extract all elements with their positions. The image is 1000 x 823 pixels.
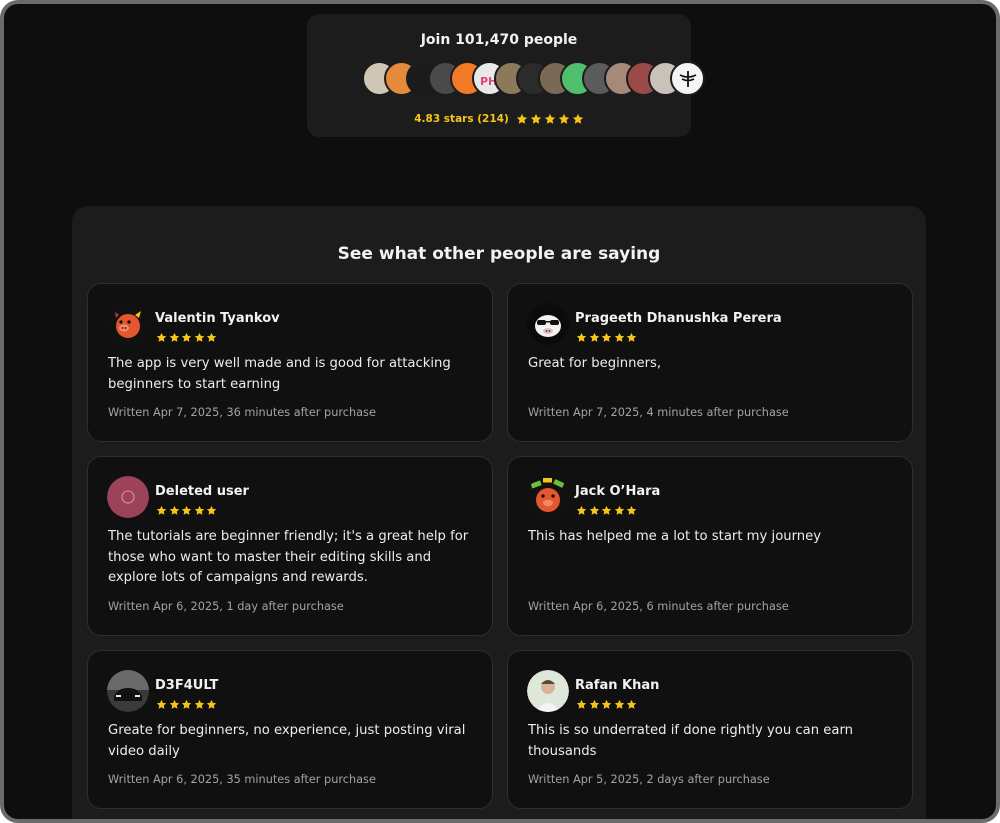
review-card: Deleted user The tutorials are beginner … — [87, 456, 493, 636]
star-icon — [626, 332, 637, 343]
review-text: This is so underrated if done rightly yo… — [528, 723, 854, 759]
star-icon — [614, 332, 625, 343]
star-icon — [169, 699, 180, 710]
star-icon — [156, 332, 167, 343]
review-date: Written Apr 6, 2025, 1 day after purchas… — [108, 600, 344, 613]
star-icon — [516, 113, 528, 125]
star-icon — [558, 113, 570, 125]
star-icon — [206, 332, 217, 343]
star-icon — [626, 699, 637, 710]
overall-rating: 4.83 stars (214) — [307, 113, 691, 125]
rating-summary: 4.83 stars (214) — [414, 113, 509, 125]
rating-stars — [516, 113, 584, 125]
pig-sunglasses-icon — [527, 303, 569, 345]
star-icon — [601, 332, 612, 343]
star-icon — [194, 699, 205, 710]
star-icon — [572, 113, 584, 125]
review-stars — [156, 332, 217, 343]
review-date: Written Apr 6, 2025, 6 minutes after pur… — [528, 600, 789, 613]
review-text: This has helped me a lot to start my jou… — [528, 529, 822, 544]
review-card: D3F4ULT Greate for beginners, no experie… — [87, 650, 493, 809]
community-avatars: PH — [362, 61, 705, 98]
review-stars — [576, 699, 637, 710]
review-card: Jack O’Hara This has helped me a lot to … — [507, 456, 913, 636]
reviewer-name: Jack O’Hara — [575, 484, 661, 499]
pig-mascot-icon — [107, 303, 149, 345]
review-date: Written Apr 7, 2025, 36 minutes after pu… — [108, 406, 376, 419]
deleted-user-avatar-icon — [107, 476, 149, 518]
star-icon — [156, 699, 167, 710]
star-icon — [544, 113, 556, 125]
join-card: Join 101,470 people PH 4.83 stars (214) — [307, 14, 705, 137]
review-stars — [156, 505, 217, 516]
reviewer-name: Rafan Khan — [575, 678, 660, 693]
star-icon — [181, 699, 192, 710]
star-icon — [156, 505, 167, 516]
review-card: Valentin Tyankov The app is very well ma… — [87, 283, 493, 442]
review-card: Rafan Khan This is so underrated if done… — [507, 650, 913, 809]
star-icon — [576, 505, 587, 516]
reviewer-name: D3F4ULT — [155, 678, 219, 693]
star-icon — [576, 332, 587, 343]
review-date: Written Apr 7, 2025, 4 minutes after pur… — [528, 406, 789, 419]
review-stars — [576, 505, 637, 516]
review-text: The tutorials are beginner friendly; it'… — [108, 529, 469, 585]
star-icon — [194, 332, 205, 343]
star-icon — [206, 505, 217, 516]
review-text: The app is very well made and is good fo… — [108, 356, 451, 392]
reviewer-name: Deleted user — [155, 484, 249, 499]
review-card: Prageeth Dhanushka Perera Great for begi… — [507, 283, 913, 442]
star-icon — [576, 699, 587, 710]
reviewer-name: Prageeth Dhanushka Perera — [575, 311, 782, 326]
star-icon — [626, 505, 637, 516]
star-icon — [589, 332, 600, 343]
star-icon — [181, 505, 192, 516]
star-icon — [206, 699, 217, 710]
person-photo-icon — [527, 670, 569, 712]
reviews-title: See what other people are saying — [337, 244, 661, 264]
star-icon — [614, 699, 625, 710]
star-icon — [601, 505, 612, 516]
pig-money-icon — [527, 476, 569, 518]
star-icon — [614, 505, 625, 516]
review-text: Great for beginners, — [528, 356, 662, 371]
app-window: Join 101,470 people PH 4.83 stars (214) … — [0, 0, 1000, 823]
review-text: Greate for beginners, no experience, jus… — [108, 723, 466, 759]
review-stars — [576, 332, 637, 343]
review-date: Written Apr 5, 2025, 2 days after purcha… — [528, 773, 770, 786]
join-title: Join 101,470 people — [420, 32, 578, 48]
review-stars — [156, 699, 217, 710]
star-icon — [601, 699, 612, 710]
star-icon — [530, 113, 542, 125]
review-date: Written Apr 6, 2025, 35 minutes after pu… — [108, 773, 376, 786]
bird-logo-icon — [670, 61, 705, 96]
reviews-section: See what other people are saying Valenti… — [72, 206, 926, 819]
star-icon — [589, 505, 600, 516]
star-icon — [589, 699, 600, 710]
car-photo-icon — [107, 670, 149, 712]
star-icon — [169, 332, 180, 343]
star-icon — [194, 505, 205, 516]
star-icon — [169, 505, 180, 516]
star-icon — [181, 332, 192, 343]
reviewer-name: Valentin Tyankov — [155, 311, 280, 326]
